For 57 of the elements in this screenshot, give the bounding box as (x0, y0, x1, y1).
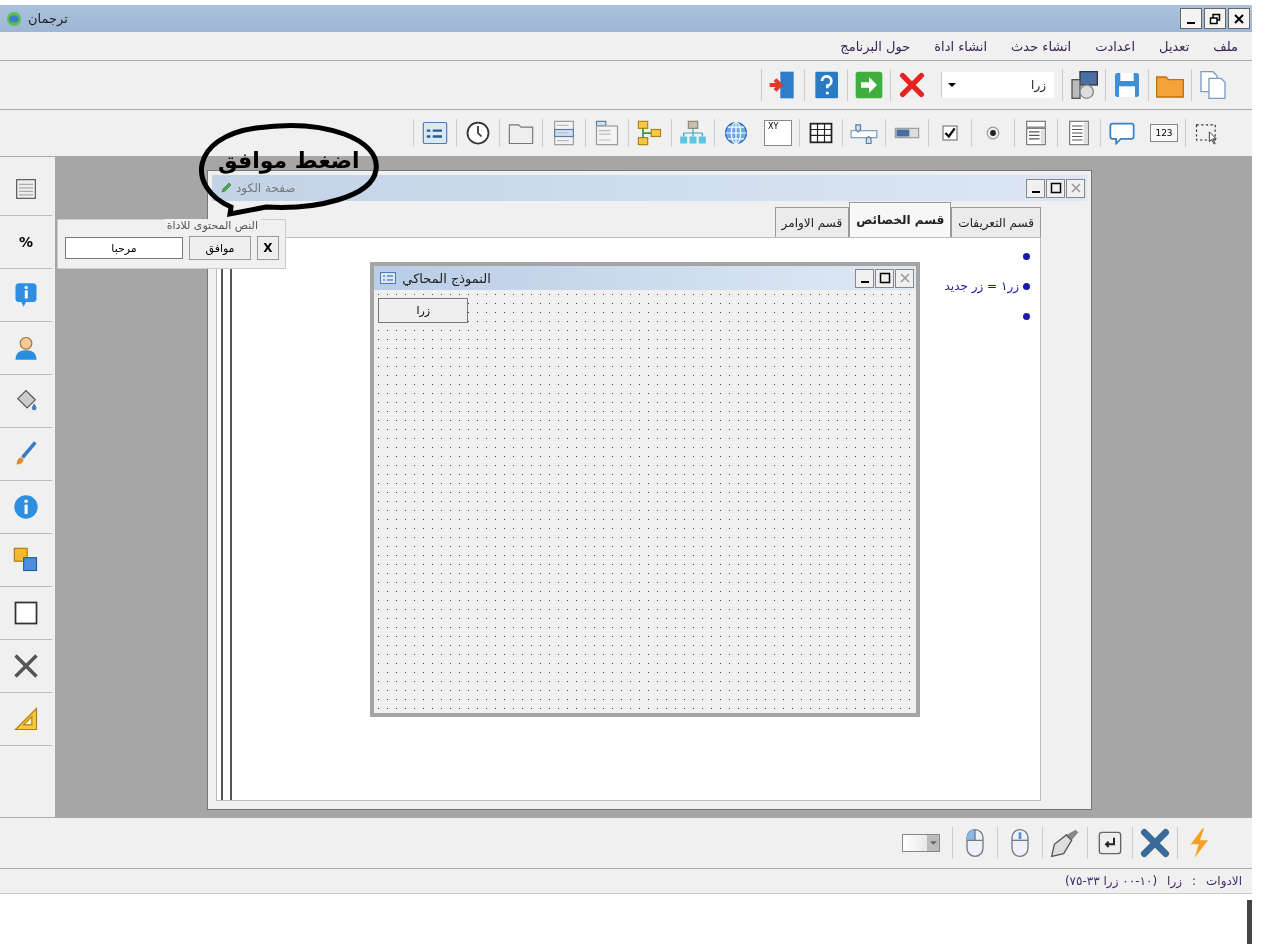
tab[interactable]: قسم الاوامر (774, 207, 850, 237)
menu-item[interactable]: اعدادت (1095, 38, 1136, 54)
status-position: (١٠-٠٠ زرا ٣٣-٧٥) (1064, 874, 1158, 888)
status-control: زرا (1167, 874, 1182, 888)
maximize-icon (878, 272, 891, 284)
color-dropdown[interactable] (902, 834, 940, 852)
window-title: ترجمان (28, 11, 68, 26)
status-separator: : (1192, 874, 1197, 888)
menu-item[interactable]: حول البرنامج (840, 38, 911, 54)
code-line: زر١ = زر جديد (944, 279, 1019, 293)
number-tool[interactable]: 123 (1150, 124, 1178, 142)
status-label: الادوات (1206, 874, 1242, 888)
dropdown-arrow-icon (929, 841, 937, 845)
restore-icon (1209, 12, 1221, 25)
xy-chart-tool[interactable]: XY (764, 120, 792, 146)
control-combo[interactable]: زرا (941, 72, 1054, 98)
minimize-button[interactable] (1180, 8, 1202, 29)
tab[interactable]: قسم الخصائص (849, 202, 952, 237)
bullet-icon (1023, 252, 1030, 260)
menu-item[interactable]: انشاء حدث (1011, 38, 1072, 54)
app-icon (6, 10, 22, 27)
bullet-icon (1023, 282, 1030, 290)
scrollbar-thumb[interactable] (1247, 900, 1252, 944)
close-button[interactable] (1228, 8, 1250, 29)
code-window-title: صفحة الكود (236, 181, 297, 195)
bullet-icon (1023, 312, 1030, 320)
callout-text: اضغط موافق (218, 150, 360, 172)
restore-button[interactable] (1204, 8, 1226, 29)
text-input-field[interactable]: مرحبا (65, 237, 183, 259)
ok-button[interactable]: موافق (189, 236, 251, 260)
panel-legend: النص المحتوى للاداة (163, 219, 261, 232)
tab[interactable]: قسم التعريفات (951, 207, 1041, 237)
minimize-icon (1187, 21, 1195, 24)
menu-item[interactable]: تعديل (1159, 38, 1190, 54)
overlapping-squares-icon[interactable] (12, 546, 40, 574)
maximize-button[interactable] (1046, 178, 1065, 198)
menu-item[interactable]: انشاء اداة (934, 38, 988, 54)
menu-item[interactable]: ملف (1213, 38, 1238, 54)
pencil-icon (220, 182, 232, 194)
minimize-icon (1031, 191, 1040, 193)
triangle-ruler-icon[interactable] (12, 705, 40, 733)
square-icon[interactable] (12, 599, 40, 627)
minimize-button[interactable] (855, 268, 875, 288)
maximize-button[interactable] (875, 268, 895, 288)
form-window-title: النموذج المحاكي (402, 270, 492, 286)
maximize-icon (1049, 182, 1062, 194)
form-button[interactable]: زرا (378, 298, 469, 323)
minimize-icon (860, 281, 869, 283)
close-icon (1069, 182, 1082, 194)
close-button[interactable]: X (257, 236, 279, 260)
form-icon (380, 272, 397, 284)
close-icon (898, 272, 911, 284)
percent-tool[interactable]: % (13, 233, 39, 251)
minimize-button[interactable] (1026, 178, 1045, 198)
info-icon[interactable] (12, 493, 40, 521)
dropdown-arrow-icon (948, 83, 956, 87)
close-icon (1233, 12, 1245, 25)
